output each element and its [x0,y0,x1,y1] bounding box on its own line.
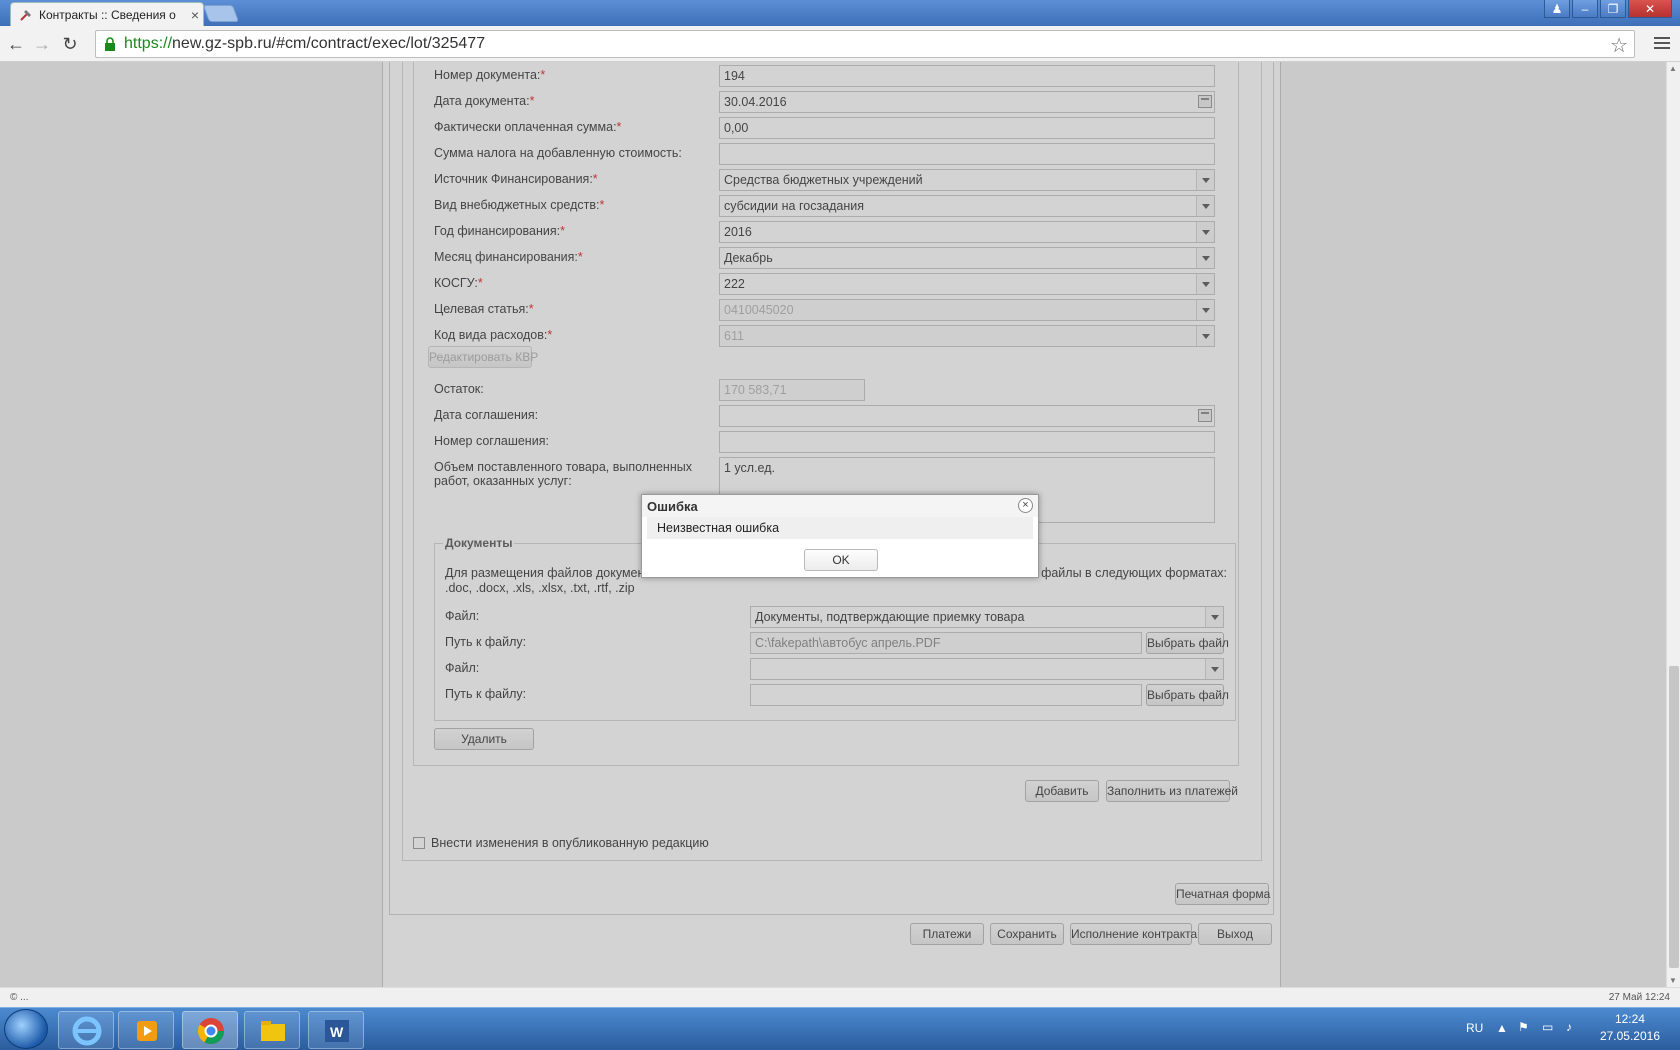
language-indicator[interactable]: RU [1466,1021,1483,1035]
scrollbar-thumb[interactable] [1669,666,1679,968]
media-player-icon[interactable] [118,1011,174,1049]
back-arrow-icon[interactable]: ← [4,32,28,56]
status-right: 27 Май 12:24 [1608,992,1670,1003]
url-text: new.gz-spb.ru/#cm/contract/exec/lot/3254… [172,35,486,52]
url-scheme: https:// [124,35,173,52]
restore-button[interactable]: ❐ [1600,0,1626,18]
bookmark-star-icon[interactable]: ☆ [1610,33,1628,58]
volume-icon[interactable]: ♪ [1566,1020,1572,1034]
clock-time: 12:24 [1614,1012,1645,1026]
dialog-message: Неизвестная ошибка [647,517,1033,539]
minimize-button[interactable]: – [1572,0,1598,18]
close-tab-icon[interactable]: × [187,7,203,23]
tab-title: Контракты :: Сведения о [39,7,176,22]
forward-arrow-icon[interactable]: → [30,32,54,56]
page-scrollbar[interactable]: ▲ ▼ [1666,62,1680,987]
scroll-up-icon[interactable]: ▲ [1669,64,1677,73]
menu-icon[interactable] [1654,34,1670,54]
close-dialog-icon[interactable]: × [1018,498,1033,513]
network-icon[interactable]: ▭ [1542,1020,1553,1034]
ok-button[interactable]: OK [804,549,878,571]
scroll-down-icon[interactable]: ▼ [1669,976,1677,985]
internet-explorer-icon[interactable] [58,1011,114,1049]
word-icon[interactable]: W [308,1011,364,1049]
windows-taskbar: W RU ▲ ⚑ ▭ ♪ 12:24 27.05.2016 [0,1007,1680,1050]
chrome-icon[interactable] [182,1011,238,1049]
dialog-title: Ошибка [642,495,1038,517]
reload-icon[interactable]: ↻ [58,32,82,56]
svg-text:W: W [330,1024,344,1040]
browser-titlebar: Контракты :: Сведения о × ♟ – ❐ ✕ [0,0,1680,26]
action-center-icon[interactable]: ⚑ [1518,1020,1529,1034]
error-dialog: Ошибка × Неизвестная ошибка OK [641,494,1039,578]
status-bar: © ... 27 Май 12:24 [0,987,1680,1007]
new-tab-button[interactable] [202,5,240,22]
tray-expand-icon[interactable]: ▲ [1496,1021,1508,1035]
start-button[interactable] [4,1009,48,1049]
status-left: © ... [10,992,29,1003]
tools-icon [19,8,33,22]
browser-tab[interactable]: Контракты :: Сведения о × [10,2,204,26]
browser-toolbar: ← → ↻ https://new.gz-spb.ru/#cm/contract… [0,26,1680,62]
clock-date: 27.05.2016 [1599,1029,1660,1043]
address-bar[interactable]: https://new.gz-spb.ru/#cm/contract/exec/… [95,30,1635,58]
user-icon[interactable]: ♟ [1544,0,1570,18]
system-clock[interactable]: 12:24 27.05.2016 [1600,1011,1660,1045]
close-window-button[interactable]: ✕ [1628,0,1672,18]
lock-icon [104,37,116,51]
file-explorer-icon[interactable] [244,1011,300,1049]
